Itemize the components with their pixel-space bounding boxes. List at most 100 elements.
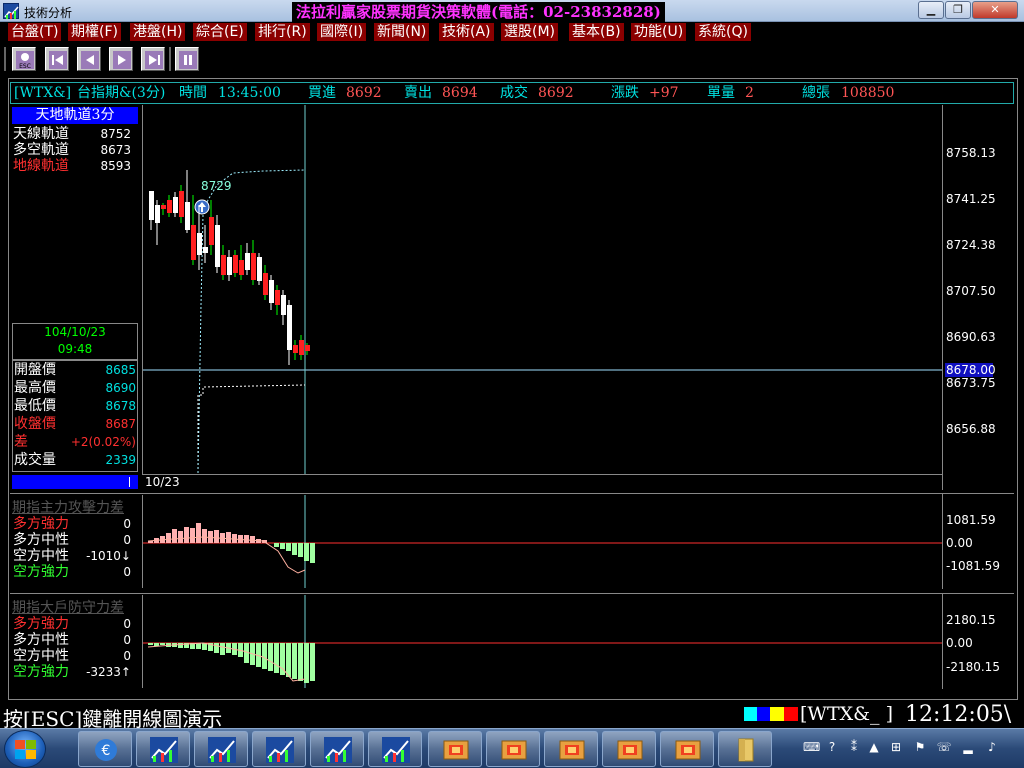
folder-icon [738,738,754,762]
status-symbol: [WTX&_ ] [800,703,894,725]
candle-body [293,345,298,353]
menu-item-international[interactable]: 國際(I) [317,23,367,41]
attack-row: 空方強力 0 [13,564,131,580]
scroll-bar[interactable] [12,475,138,489]
menu-item-composite[interactable]: 綜合(E) [193,23,247,41]
maximize-button[interactable]: ❐ [945,1,971,19]
next-frame-button[interactable] [109,47,133,71]
histogram-bar [148,643,153,645]
candle-body [287,305,292,350]
candle-body [281,295,286,315]
histogram-bar [178,643,183,648]
taskbar-app-2[interactable] [136,731,190,767]
price-tick: 8656.88 [946,422,996,436]
last-frame-button[interactable] [141,47,165,71]
start-button[interactable] [4,730,46,768]
taskbar-app-8[interactable] [486,731,540,767]
histogram-bar [280,543,285,549]
cursor-time: 09:48 [57,342,93,356]
close-button[interactable]: ✕ [972,1,1018,19]
defense-row: 多方中性 0 [13,632,131,648]
histogram-bar [178,531,183,543]
menu-item-news[interactable]: 新聞(N) [374,23,430,41]
price-tick: 8758.13 [946,146,996,160]
low-value: 8678 [105,399,136,413]
windows-flag-icon[interactable]: ⊞ [888,739,904,755]
histogram-bar [244,535,249,543]
menu-item-options[interactable]: 期權(F) [68,23,121,41]
menu-item-taipan[interactable]: 台盤(T) [8,23,62,41]
candle-body [263,273,268,295]
app-chart-icon [3,3,19,19]
menu-item-system[interactable]: 系統(Q) [695,23,751,41]
taskbar-app-11[interactable] [660,731,714,767]
action-center-icon[interactable]: ⚑ [912,739,928,755]
defense-chart-svg [143,595,943,688]
histogram-bar [286,543,291,551]
app-e-icon: € [95,739,117,761]
pause-button[interactable] [175,47,199,71]
indicator-label: 地線軌道 [13,158,69,174]
ime-icon[interactable]: ⁑ [846,739,862,755]
attack-scale-tick: -1081.59 [946,559,1000,573]
attack-row: 空方中性 -1010↓ [13,548,131,564]
last-label: 成交 [500,85,528,101]
menu-item-functions[interactable]: 功能(U) [631,23,687,41]
banner-text: 法拉利贏家股票期貨決策軟體(電話：02-23832828) [292,2,665,22]
pause-icon [179,51,197,69]
attack-label: 空方中性 [13,548,69,564]
first-frame-button[interactable] [45,47,69,71]
volume-icon[interactable]: ♪ [984,739,1000,755]
menu-item-hk[interactable]: 港盤(H) [130,23,186,41]
help-icon[interactable]: ? [824,739,840,755]
volume-label: 單量 [707,85,735,101]
menu-item-stock-picker[interactable]: 選股(M) [501,23,559,41]
attack-chart[interactable] [142,495,943,588]
ohlc-row: 差 +2(0.02%) [14,433,136,451]
minimize-button[interactable]: ▁ [918,1,944,19]
defense-chart[interactable] [142,595,943,688]
taskbar-app-10[interactable] [602,731,656,767]
menu-item-ranking[interactable]: 排行(R) [255,23,310,41]
ask-label: 賣出 [404,85,432,101]
network-icon[interactable]: ▂ [960,739,976,755]
phone-icon[interactable]: ☏ [936,739,952,755]
quote-info-bar: [WTX&] 台指期&(3分) 時間 13:45:00 買進 8692 賣出 8… [10,82,1014,104]
esc-button[interactable]: ESC [12,47,36,71]
prev-icon [81,51,99,69]
taskbar-app-6[interactable] [368,731,422,767]
taskbar-folder[interactable] [718,731,772,767]
taskbar-app-4[interactable] [252,731,306,767]
time-value: 13:45:00 [218,85,281,101]
scroll-thumb[interactable] [129,477,130,487]
histogram-bar [184,527,189,543]
menu-item-fundamental[interactable]: 基本(B) [569,23,624,41]
candle-body [179,191,184,217]
taskbar-app-3[interactable] [194,731,248,767]
candle-body [245,253,250,270]
close-value: 8687 [105,417,136,431]
candle-body [257,257,262,281]
svg-text:€: € [102,743,111,759]
defense-panel-title[interactable]: 期指大戶防守力差 [12,597,124,617]
candle-body [197,233,202,255]
app-window-icon [559,740,585,760]
taskbar-app-7[interactable] [428,731,482,767]
candlestick-chart[interactable]: 8729 [142,105,943,475]
candle-body [221,255,226,275]
menu-item-technical[interactable]: 技術(A) [439,23,494,41]
tray-expand-icon[interactable]: ▲ [866,739,882,755]
toolbar-separator [4,47,6,71]
prev-frame-button[interactable] [77,47,101,71]
open-label: 開盤價 [14,362,56,378]
taskbar-app-5[interactable] [310,731,364,767]
ohlc-box: 開盤價 8685 最高價 8690 最低價 8678 收盤價 8687 差 +2… [12,360,138,472]
diff-label: 差 [14,434,28,450]
taskbar-app-9[interactable] [544,731,598,767]
candle-body [203,247,208,253]
keyboard-icon[interactable]: ⌨ [803,739,820,755]
high-value: 8690 [105,381,136,395]
attack-panel-title[interactable]: 期指主力攻擊力差 [12,497,124,517]
taskbar-app-1[interactable]: € [78,731,132,767]
candles [149,170,310,365]
